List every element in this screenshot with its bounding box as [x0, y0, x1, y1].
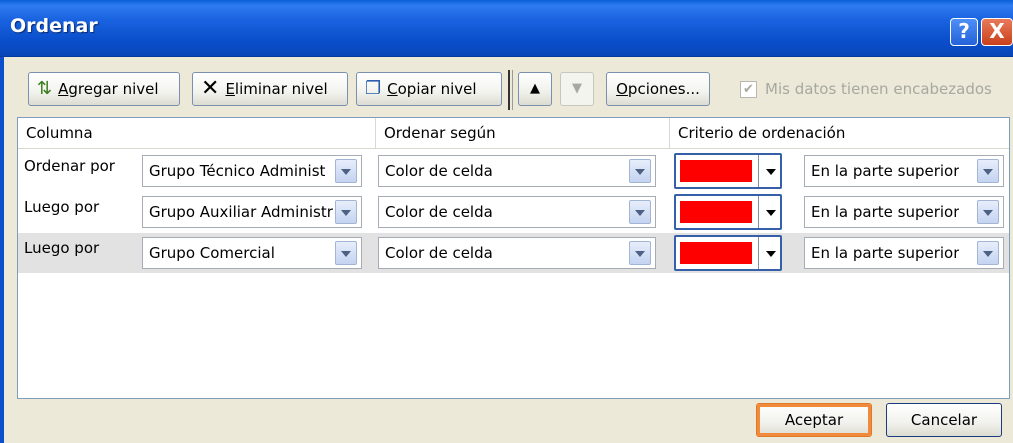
chevron-down-icon[interactable]: [977, 241, 999, 265]
dialog-title: Ordenar: [10, 15, 98, 37]
add-level-label: Agregar nivel: [58, 80, 159, 98]
sort-on-select[interactable]: Color de celda: [378, 196, 656, 228]
chevron-down-icon[interactable]: [335, 159, 357, 183]
row-label: Ordenar por: [24, 157, 115, 175]
sort-dialog: Ordenar ? X ⇅ Agregar nivel ✕ Eliminar n…: [0, 0, 1013, 443]
title-bar[interactable]: Ordenar ? X: [0, 0, 1013, 57]
order-select[interactable]: En la parte superior: [804, 237, 1004, 269]
delete-icon: ✕: [201, 76, 220, 101]
color-swatch: [680, 201, 752, 223]
cancel-button[interactable]: Cancelar: [886, 403, 1002, 437]
chevron-down-icon[interactable]: [766, 169, 776, 175]
color-picker-divider: [758, 155, 759, 187]
chevron-down-icon[interactable]: [335, 241, 357, 265]
window-frame: [0, 57, 4, 443]
sort-levels-grid: Columna Ordenar según Criterio de ordena…: [17, 117, 1010, 399]
move-up-icon: ▲: [530, 81, 540, 96]
ok-button[interactable]: Aceptar: [756, 403, 872, 437]
sort-on-select[interactable]: Color de celda: [378, 237, 656, 269]
headers-checkbox-label: Mis datos tienen encabezados: [765, 80, 992, 98]
chevron-down-icon[interactable]: [335, 200, 357, 224]
copy-icon: ❐: [365, 78, 382, 99]
move-down-button[interactable]: ▼: [560, 72, 594, 106]
move-down-icon: ▼: [572, 81, 582, 96]
color-picker[interactable]: [674, 235, 782, 271]
order-header: Criterio de ordenación: [678, 124, 846, 142]
column-select[interactable]: Grupo Auxiliar Administr: [142, 196, 362, 228]
delete-level-button[interactable]: ✕ Eliminar nivel: [192, 72, 348, 106]
chevron-down-icon[interactable]: [629, 159, 651, 183]
options-label: Opciones...: [616, 80, 700, 98]
chevron-down-icon[interactable]: [977, 159, 999, 183]
copy-level-label: Copiar nivel: [387, 80, 477, 98]
close-button[interactable]: X: [981, 18, 1013, 46]
order-select[interactable]: En la parte superior: [804, 196, 1004, 228]
row-label: Luego por: [24, 198, 100, 216]
headers-checkbox[interactable]: ✔: [740, 80, 757, 98]
sort-on-select[interactable]: Color de celda: [378, 155, 656, 187]
add-level-icon: ⇅: [37, 78, 53, 99]
column-select[interactable]: Grupo Comercial: [142, 237, 362, 269]
order-select[interactable]: En la parte superior: [804, 155, 1004, 187]
sort-level-row[interactable]: Ordenar por Grupo Técnico Administ Color…: [18, 151, 1009, 191]
column-select[interactable]: Grupo Técnico Administ: [142, 155, 362, 187]
color-picker[interactable]: [674, 153, 782, 189]
color-picker-divider: [758, 196, 759, 228]
chevron-down-icon[interactable]: [629, 241, 651, 265]
color-picker-divider: [758, 237, 759, 269]
headers-checkbox-row[interactable]: ✔ Mis datos tienen encabezados: [740, 80, 992, 98]
sort-level-row[interactable]: Luego por Grupo Auxiliar Administr Color…: [18, 192, 1009, 232]
chevron-down-icon[interactable]: [977, 200, 999, 224]
chevron-down-icon[interactable]: [766, 210, 776, 216]
add-level-button[interactable]: ⇅ Agregar nivel: [28, 72, 180, 106]
column-header: Columna: [18, 118, 376, 148]
chevron-down-icon[interactable]: [629, 200, 651, 224]
toolbar-separator-shadow: [512, 70, 513, 110]
header-divider: [18, 148, 1009, 149]
sort-level-row-selected[interactable]: Luego por Grupo Comercial Color de celda…: [18, 233, 1009, 273]
row-label: Luego por: [24, 239, 100, 257]
delete-level-label: Eliminar nivel: [225, 80, 328, 98]
toolbar-separator: [508, 70, 510, 110]
chevron-down-icon[interactable]: [766, 251, 776, 257]
options-button[interactable]: Opciones...: [606, 72, 710, 106]
help-button[interactable]: ?: [950, 18, 978, 46]
color-picker[interactable]: [674, 194, 782, 230]
sort-on-header: Ordenar según: [376, 118, 670, 148]
color-swatch: [680, 160, 752, 182]
color-swatch: [680, 242, 752, 264]
copy-level-button[interactable]: ❐ Copiar nivel: [356, 72, 502, 106]
move-up-button[interactable]: ▲: [518, 72, 552, 106]
